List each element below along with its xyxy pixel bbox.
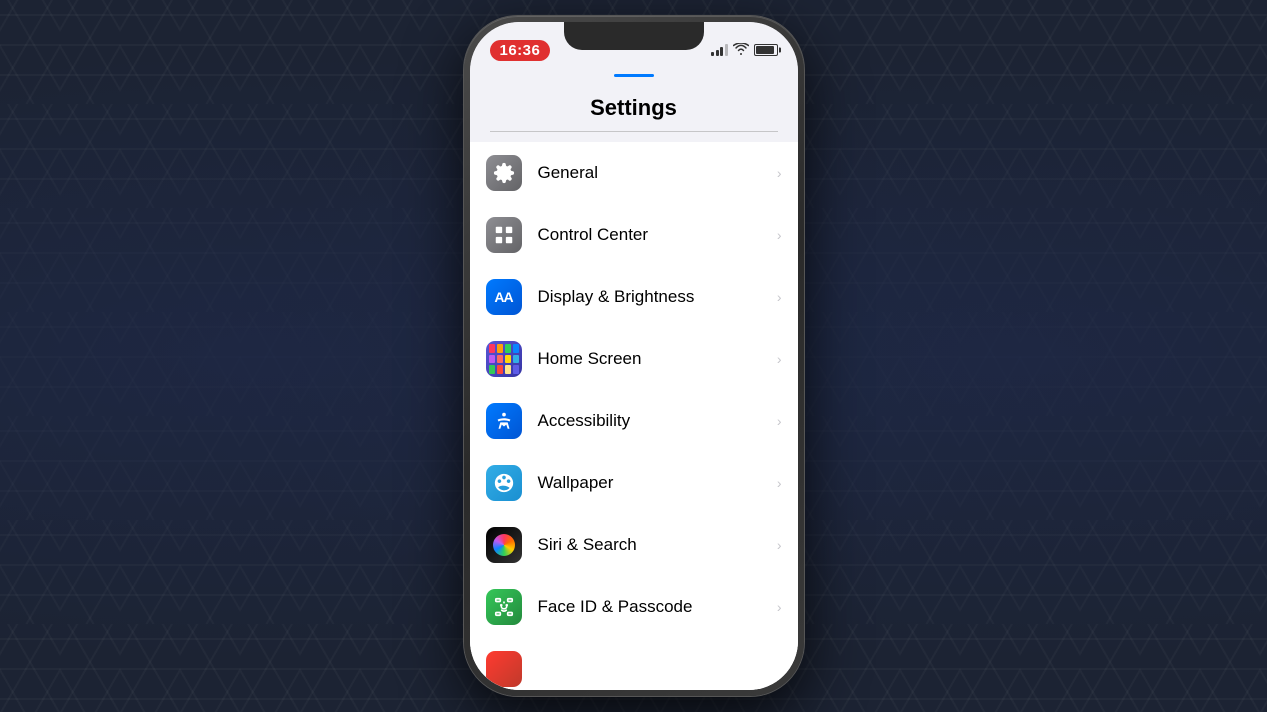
siri-chevron: › (777, 537, 782, 553)
accessibility-icon (486, 403, 522, 439)
phone-frame: 16:36 (464, 16, 804, 696)
sos-icon (486, 651, 522, 687)
settings-item-wallpaper[interactable]: Wallpaper › (470, 452, 798, 514)
settings-item-display[interactable]: AA Display & Brightness › (470, 266, 798, 328)
settings-list: General › (470, 142, 798, 690)
homescreen-chevron: › (777, 351, 782, 367)
settings-item-faceid[interactable]: Face ID & Passcode › (470, 576, 798, 638)
wallpaper-chevron: › (777, 475, 782, 491)
title-divider (490, 131, 778, 132)
homescreen-icon (486, 341, 522, 377)
battery-icon (754, 44, 778, 56)
settings-item-siri[interactable]: Siri & Search › (470, 514, 798, 576)
siri-label: Siri & Search (538, 535, 769, 555)
control-center-icon (486, 217, 522, 253)
time-display: 16:36 (490, 40, 551, 61)
wallpaper-label: Wallpaper (538, 473, 769, 493)
faceid-icon (486, 589, 522, 625)
settings-item-accessibility[interactable]: Accessibility › (470, 390, 798, 452)
settings-item-control-center[interactable]: Control Center › (470, 204, 798, 266)
siri-icon (486, 527, 522, 563)
display-icon: AA (486, 279, 522, 315)
settings-item-home-screen[interactable]: Home Screen › (470, 328, 798, 390)
accessibility-label: Accessibility (538, 411, 769, 431)
display-label: Display & Brightness (538, 287, 769, 307)
phone-notch (564, 22, 704, 50)
general-label: General (538, 163, 769, 183)
scroll-indicator (614, 74, 654, 77)
faceid-chevron: › (777, 599, 782, 615)
faceid-label: Face ID & Passcode (538, 597, 769, 617)
wifi-icon (733, 43, 749, 58)
display-chevron: › (777, 289, 782, 305)
page-title: Settings (470, 81, 798, 131)
control-center-chevron: › (777, 227, 782, 243)
homescreen-label: Home Screen (538, 349, 769, 369)
phone-device: 16:36 (464, 16, 804, 696)
status-icons (711, 43, 778, 58)
screen-content: 16:36 (470, 22, 798, 690)
general-icon (486, 155, 522, 191)
phone-screen: 16:36 (470, 22, 798, 690)
control-center-label: Control Center (538, 225, 769, 245)
settings-item-emergency-partial[interactable] (470, 638, 798, 690)
general-chevron: › (777, 165, 782, 181)
accessibility-chevron: › (777, 413, 782, 429)
signal-icon (711, 44, 728, 56)
content-area: Settings General (470, 66, 798, 690)
settings-item-general[interactable]: General › (470, 142, 798, 204)
wallpaper-icon (486, 465, 522, 501)
